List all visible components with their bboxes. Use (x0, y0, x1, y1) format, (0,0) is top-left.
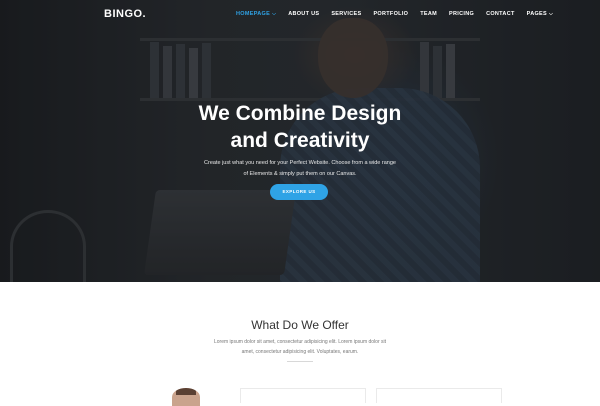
menu-item-label: PRICING (449, 11, 475, 17)
explore-us-button[interactable]: EXPLORE US (270, 184, 328, 200)
chevron-down-icon: ⌵ (549, 11, 554, 17)
section-divider (287, 361, 313, 362)
chevron-down-icon: ⌵ (272, 11, 277, 17)
offer-card (376, 388, 502, 403)
hero-title: We Combine Design and Creativity (150, 100, 450, 154)
menu-item-about-us[interactable]: ABOUT US (288, 11, 319, 17)
main-menu: HOMEPAGE ⌵ ABOUT US SERVICES PORTFOLIO TE… (236, 11, 565, 17)
menu-item-label: TEAM (420, 11, 438, 17)
site-logo[interactable]: BINGO. (104, 8, 146, 20)
menu-item-label: CONTACT (486, 11, 515, 17)
section-description-line: amet, consectetur adipisicing elit. Volu… (241, 349, 359, 355)
top-navbar: BINGO. HOMEPAGE ⌵ ABOUT US SERVICES PORTF… (0, 0, 600, 30)
section-title: What Do We Offer (251, 318, 349, 332)
menu-item-portfolio[interactable]: PORTFOLIO (373, 11, 408, 17)
menu-item-pricing[interactable]: PRICING (449, 11, 474, 17)
menu-item-label: PAGES (526, 11, 547, 17)
section-description: Lorem ipsum dolor sit amet, consectetur … (200, 337, 400, 357)
offer-card (240, 388, 366, 403)
hero-title-line: and Creativity (230, 129, 370, 152)
hero-title-line: We Combine Design (198, 102, 402, 125)
hero-subtitle-line: of Elements & simply put them on our Can… (243, 171, 357, 177)
menu-item-services[interactable]: SERVICES (331, 11, 361, 17)
team-avatar (172, 388, 200, 406)
menu-item-label: SERVICES (331, 11, 362, 17)
menu-item-pages[interactable]: PAGES ⌵ (527, 11, 553, 17)
avatar-hair (176, 388, 196, 395)
menu-item-label: PORTFOLIO (373, 11, 409, 17)
menu-item-label: HOMEPAGE (236, 11, 271, 17)
menu-item-team[interactable]: TEAM (420, 11, 437, 17)
hero-subtitle: Create just what you need for your Perfe… (195, 158, 405, 180)
menu-item-homepage[interactable]: HOMEPAGE ⌵ (236, 11, 276, 17)
hero-subtitle-line: Create just what you need for your Perfe… (204, 160, 396, 166)
section-description-line: Lorem ipsum dolor sit amet, consectetur … (213, 339, 387, 345)
menu-item-contact[interactable]: CONTACT (486, 11, 515, 17)
menu-item-label: ABOUT US (288, 11, 320, 17)
